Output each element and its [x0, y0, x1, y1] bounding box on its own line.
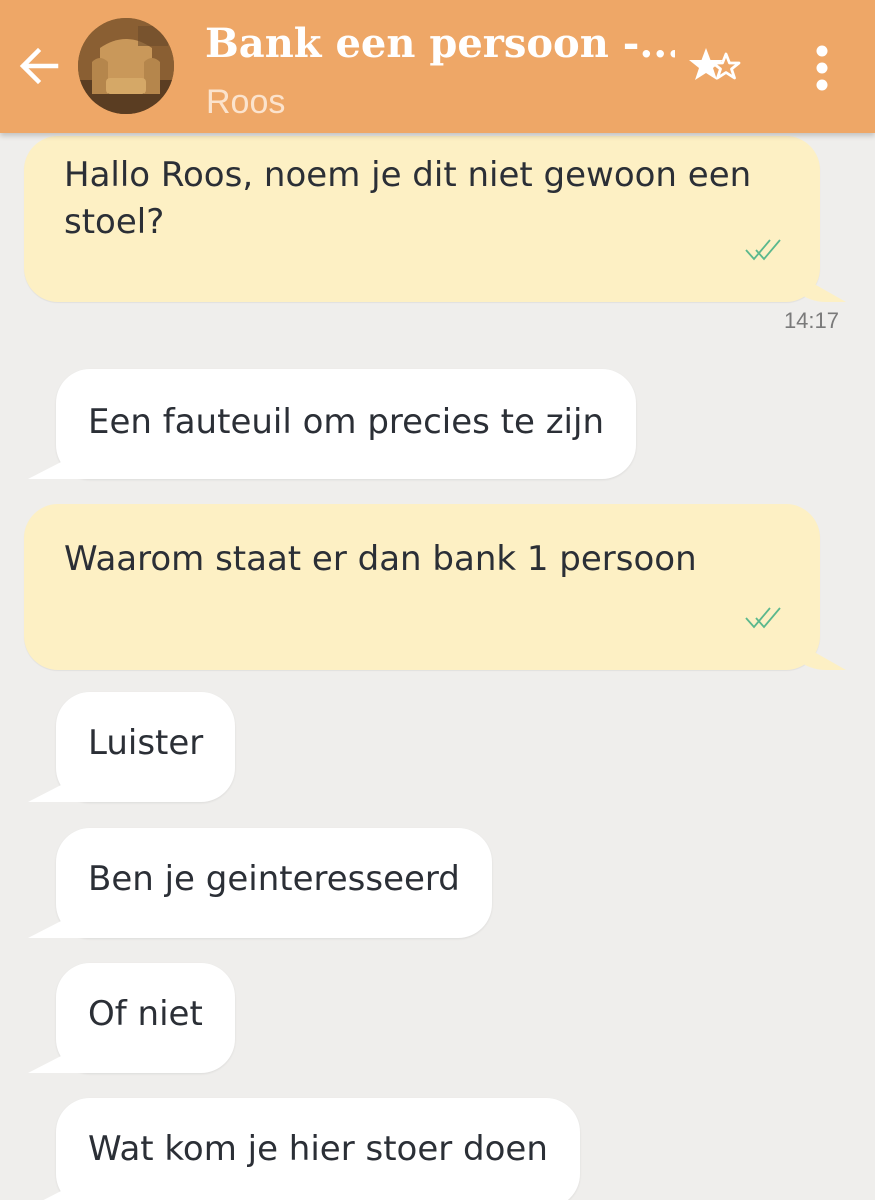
- double-check-icon: [745, 239, 781, 261]
- message-outgoing[interactable]: Waarom staat er dan bank 1 persoon: [24, 504, 820, 670]
- arrow-left-icon: [19, 47, 59, 85]
- message-text: Wat kom je hier stoer doen: [88, 1129, 548, 1169]
- chat-header: Bank een persoon -... Roos: [0, 0, 875, 133]
- message-outgoing[interactable]: Hallo Roos, noem je dit niet gewoon een …: [24, 136, 820, 302]
- message-incoming[interactable]: Luister: [56, 692, 236, 802]
- avatar[interactable]: [78, 18, 174, 114]
- message-text: Of niet: [88, 994, 203, 1034]
- star-add-icon: [689, 48, 741, 80]
- message-text: Hallo Roos, noem je dit niet gewoon een …: [64, 155, 752, 242]
- chat-subtitle: Roos: [206, 83, 286, 121]
- favorite-button[interactable]: [688, 44, 744, 92]
- message-incoming[interactable]: Wat kom je hier stoer doen: [56, 1098, 580, 1200]
- message-incoming[interactable]: Een fauteuil om precies te zijn: [56, 369, 636, 479]
- back-button[interactable]: [12, 38, 68, 94]
- more-options-button[interactable]: [800, 40, 844, 96]
- armchair-photo: [78, 18, 174, 114]
- message-text: Waarom staat er dan bank 1 persoon: [64, 539, 697, 579]
- message-timestamp: 14:17: [783, 308, 839, 333]
- chat-screen: Bank een persoon -... Roos Hallo Roos, n…: [0, 0, 875, 1200]
- message-incoming[interactable]: Ben je geinteresseerd: [56, 828, 492, 938]
- more-vert-icon: [816, 45, 828, 91]
- message-text: Ben je geinteresseerd: [88, 859, 460, 899]
- double-check-icon: [745, 607, 781, 629]
- message-text: Luister: [88, 723, 204, 763]
- message-text: Een fauteuil om precies te zijn: [88, 402, 604, 442]
- message-incoming[interactable]: Of niet: [56, 963, 235, 1073]
- chat-title[interactable]: Bank een persoon -...: [205, 16, 675, 72]
